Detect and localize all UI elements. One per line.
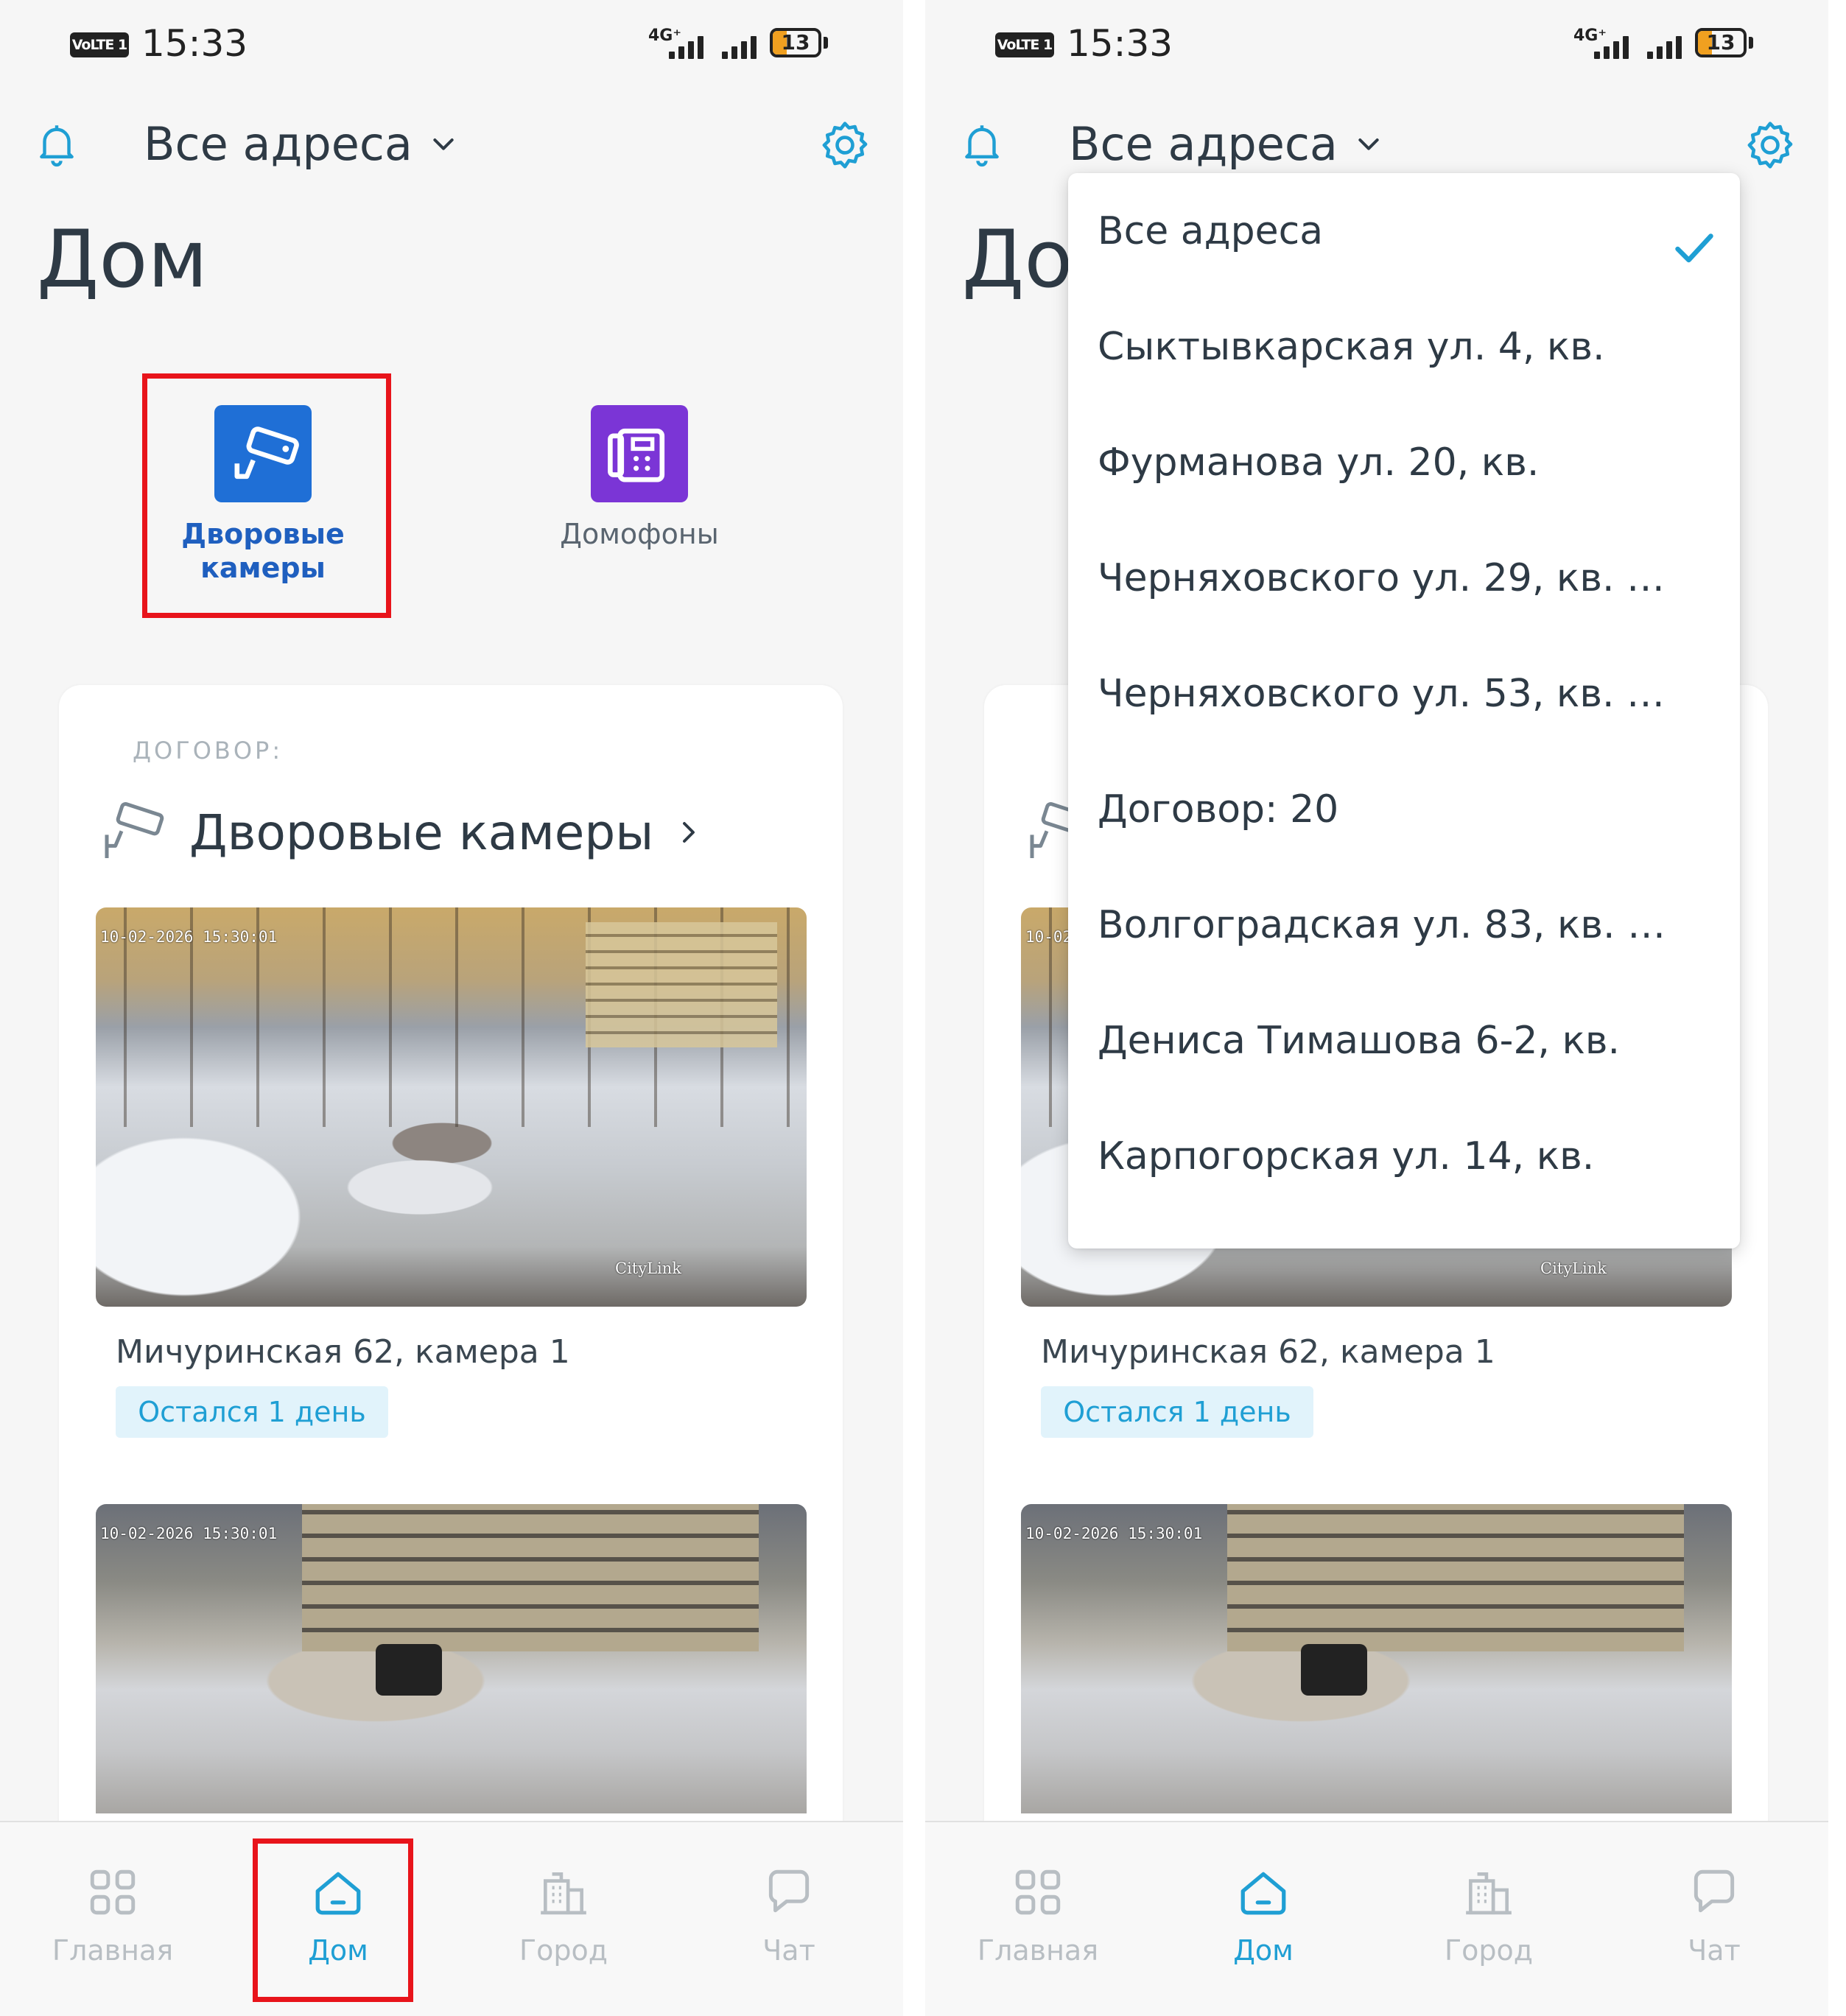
highlight-frame — [253, 1838, 413, 2002]
nav-item-chat[interactable]: Чат — [1601, 1822, 1827, 2016]
dropdown-option-contract[interactable]: Договор: 20 — [1098, 752, 1709, 867]
intercoms-tile-label: Домофоны — [560, 518, 719, 550]
dropdown-option-address[interactable]: Фурманова ул. 20, кв. — [1098, 405, 1709, 520]
camera-timestamp: 10-02-2026 15:30:01 — [100, 928, 278, 946]
bottom-navigation: Главная Дом Город Чат — [0, 1821, 903, 2016]
camera-timestamp: 10-02-2026 15:30:01 — [1025, 1525, 1203, 1542]
nav-item-city[interactable]: Город — [1376, 1822, 1601, 2016]
camera-name: Мичуринская 62, камера 1 — [1041, 1333, 1495, 1371]
battery-tip — [1749, 37, 1753, 49]
camera-snapshot — [96, 1504, 807, 1813]
status-badge: Остался 1 день — [116, 1386, 388, 1438]
nav-label: Город — [519, 1934, 608, 1967]
battery-icon: 13 — [770, 28, 821, 57]
signal-icon — [669, 32, 728, 59]
dropdown-option-address[interactable]: Черняховского ул. 29, кв. … — [1098, 521, 1709, 636]
status-bar: VoLTE 1 15:33 4G⁺ 13 — [0, 0, 903, 88]
dropdown-option-address[interactable]: Волгоградская ул. 83, кв. … — [1098, 868, 1709, 983]
nav-label: Чат — [762, 1934, 815, 1967]
bell-icon[interactable] — [958, 119, 1006, 168]
city-icon — [541, 1872, 586, 1915]
battery-tip — [824, 37, 828, 49]
nav-item-home[interactable]: Дом — [1151, 1822, 1376, 2016]
volte-indicator: VoLTE 1 — [995, 32, 1054, 57]
camera-preview[interactable]: 10-02-2026 15:30:01 — [96, 1504, 807, 1813]
address-selector[interactable]: Все адреса — [1069, 110, 1383, 177]
dropdown-option-address[interactable]: Сыктывкарская ул. 4, кв. — [1098, 289, 1709, 404]
phone-screen-left: VoLTE 1 15:33 4G⁺ 13 Все адреса Дом Двор… — [0, 0, 903, 2016]
signal-icon — [1594, 32, 1653, 59]
address-selector[interactable]: Все адреса — [144, 110, 458, 177]
battery-icon: 13 — [1695, 28, 1747, 57]
status-bar: VoLTE 1 15:33 4G⁺ 13 — [925, 0, 1828, 88]
camera-timestamp: 10-02-2026 15:30:01 — [100, 1525, 278, 1542]
chat-icon — [768, 1869, 810, 1913]
nav-label: Город — [1444, 1934, 1534, 1967]
battery-level: 13 — [1706, 30, 1736, 55]
address-dropdown-menu: Все адреса Сыктывкарская ул. 4, кв. Фурм… — [1068, 173, 1740, 1248]
battery-level: 13 — [781, 30, 810, 55]
address-selector-label: Все адреса — [1069, 116, 1338, 171]
chevron-right-icon — [683, 822, 695, 843]
nav-item-city[interactable]: Город — [451, 1822, 676, 2016]
city-icon — [1466, 1872, 1512, 1915]
camera-preview[interactable]: 10-02-2026 15:30:01 — [1021, 1504, 1732, 1813]
chevron-down-icon — [1358, 138, 1379, 150]
nav-label: Дом — [1233, 1934, 1294, 1967]
chevron-down-icon — [433, 138, 454, 150]
grid-icon — [1015, 1869, 1061, 1915]
grid-icon — [90, 1869, 136, 1915]
dropdown-option-address[interactable]: Карпогорская ул. 14, кв. — [1098, 1099, 1709, 1214]
nav-item-main[interactable]: Главная — [925, 1822, 1151, 2016]
home-icon — [1240, 1872, 1286, 1915]
status-time: 15:33 — [1067, 22, 1173, 65]
dropdown-option-address[interactable]: Дениса Тимашова 6-2, кв. — [1098, 983, 1709, 1098]
gear-icon[interactable] — [818, 118, 872, 172]
highlight-frame — [142, 373, 391, 618]
gear-icon[interactable] — [1743, 118, 1797, 172]
status-time: 15:33 — [141, 22, 248, 65]
camera-watermark: CityLink — [615, 1260, 681, 1277]
yard-cameras-section-link[interactable]: Дворовые камеры — [99, 795, 702, 869]
nav-label: Главная — [52, 1934, 174, 1967]
intercoms-tile[interactable]: Домофоны — [529, 405, 750, 551]
nav-item-chat[interactable]: Чат — [676, 1822, 902, 2016]
nav-item-main[interactable]: Главная — [0, 1822, 225, 2016]
bell-icon[interactable] — [32, 119, 81, 168]
camera-preview[interactable]: 10-02-2026 15:30:01 CityLink — [96, 907, 807, 1307]
section-title: Дворовые камеры — [189, 804, 654, 861]
volte-indicator: VoLTE 1 — [70, 32, 129, 57]
camera-snapshot — [96, 907, 807, 1307]
contract-label: ДОГОВОР: — [133, 737, 284, 765]
nav-label: Чат — [1688, 1934, 1741, 1967]
chat-icon — [1694, 1869, 1735, 1913]
checkmark-icon — [1675, 233, 1713, 263]
camera-snapshot — [1021, 1504, 1732, 1813]
cctv-camera-icon — [105, 802, 164, 858]
intercom-icon — [591, 405, 688, 502]
status-badge: Остался 1 день — [1041, 1386, 1313, 1438]
dropdown-option-all-addresses[interactable]: Все адреса — [1098, 174, 1709, 289]
nav-label: Главная — [977, 1934, 1099, 1967]
camera-watermark: CityLink — [1540, 1260, 1607, 1277]
address-selector-label: Все адреса — [144, 116, 413, 171]
page-title: Дом — [37, 214, 208, 306]
dropdown-option-address[interactable]: Черняховского ул. 53, кв. … — [1098, 636, 1709, 751]
camera-name: Мичуринская 62, камера 1 — [116, 1333, 570, 1371]
bottom-navigation: Главная Дом Город Чат — [925, 1821, 1828, 2016]
